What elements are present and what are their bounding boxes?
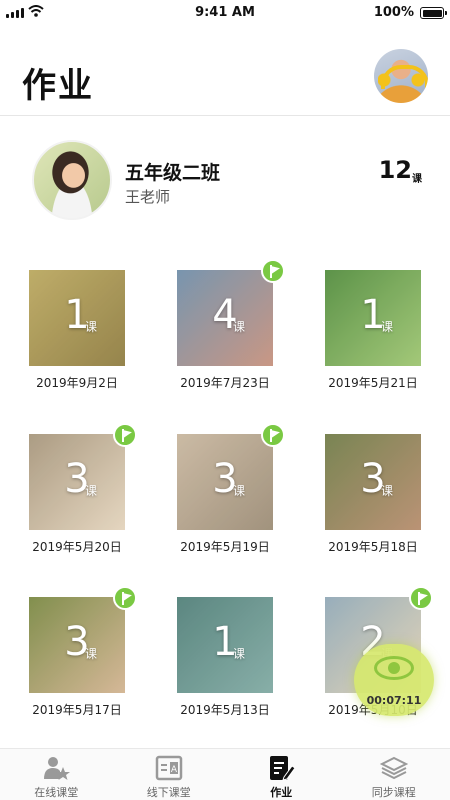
lesson-number: 1 — [64, 292, 90, 338]
tab-online-class[interactable]: 在线课堂 — [0, 749, 113, 800]
lesson-number: 3 — [64, 619, 90, 665]
homework-card[interactable]: 1 课 2019年5月13日 — [177, 597, 273, 717]
lesson-unit-label: 课 — [233, 647, 246, 661]
lesson-number: 4 — [212, 292, 238, 338]
eye-icon — [374, 656, 414, 680]
sync-course-icon — [379, 755, 408, 781]
lesson-unit: 课 — [412, 174, 422, 185]
homework-card[interactable]: 1 课 2019年5月21日 — [325, 270, 421, 390]
homework-card[interactable]: 4 课 2019年7月23日 — [177, 259, 285, 390]
status-bar: 9:41 AM 100% — [0, 0, 450, 26]
tab-label: 在线课堂 — [34, 786, 79, 799]
lesson-unit-label: 课 — [85, 320, 98, 334]
tab-homework[interactable]: 作业 — [225, 749, 338, 800]
flag-icon — [409, 586, 433, 610]
student-avatar[interactable] — [374, 49, 428, 103]
homework-date: 2019年7月23日 — [180, 376, 270, 390]
homework-thumbnail: 3课 — [29, 597, 125, 693]
homework-thumbnail: 3课 — [325, 434, 421, 530]
battery-percent: 100% — [373, 5, 414, 20]
homework-thumbnail: 3课 — [177, 434, 273, 530]
flag-icon — [113, 586, 137, 610]
lesson-number: 1 — [212, 619, 238, 665]
lesson-count: 12 — [378, 156, 412, 184]
tab-label: 作业 — [270, 786, 293, 799]
homework-thumbnail: 1课 — [325, 270, 421, 366]
flag-icon — [113, 423, 137, 447]
tab-label: 线下课堂 — [146, 786, 191, 799]
homework-card[interactable]: 3 课 2019年5月20日 — [29, 423, 137, 554]
homework-thumbnail: 1课 — [177, 597, 273, 693]
teacher-name: 王老师 — [125, 188, 171, 206]
flag-icon — [261, 259, 285, 283]
lesson-number: 3 — [64, 456, 90, 502]
tab-offline-class[interactable]: A 线下课堂 — [113, 749, 226, 800]
homework-date: 2019年9月2日 — [36, 376, 118, 390]
lesson-unit-label: 课 — [381, 484, 394, 498]
homework-date: 2019年5月19日 — [180, 540, 270, 554]
tab-label: 同步课程 — [371, 786, 416, 799]
homework-date: 2019年5月17日 — [32, 703, 122, 717]
flag-icon — [261, 423, 285, 447]
homework-thumbnail: 3课 — [29, 434, 125, 530]
class-info-card[interactable]: 五年级二班 王老师 12 课 — [0, 140, 450, 224]
tab-sync-course[interactable]: 同步课程 — [338, 749, 450, 800]
page-header: 作业 — [0, 26, 450, 116]
homework-card[interactable]: 3 课 2019年5月18日 — [325, 434, 421, 554]
lesson-number: 3 — [360, 456, 386, 502]
lesson-unit-label: 课 — [85, 647, 98, 661]
homework-card[interactable]: 1 课 2019年9月2日 — [29, 270, 125, 390]
svg-text:A: A — [171, 765, 178, 775]
homework-card[interactable]: 3 课 2019年5月19日 — [177, 423, 285, 554]
homework-date: 2019年5月13日 — [180, 703, 270, 717]
lesson-unit-label: 课 — [233, 320, 246, 334]
homework-date: 2019年5月21日 — [328, 376, 418, 390]
homework-card[interactable]: 3 课 2019年5月17日 — [29, 586, 137, 717]
homework-icon — [267, 755, 296, 781]
lesson-number: 1 — [360, 292, 386, 338]
online-class-icon — [42, 755, 71, 781]
study-timer[interactable]: 00:07:11 — [354, 644, 434, 716]
lesson-unit-label: 课 — [85, 484, 98, 498]
lesson-number: 3 — [212, 456, 238, 502]
timer-text: 00:07:11 — [366, 694, 422, 707]
offline-class-icon: A — [155, 755, 183, 781]
battery-icon — [420, 7, 447, 19]
homework-date: 2019年5月20日 — [32, 540, 122, 554]
class-name: 五年级二班 — [125, 162, 221, 184]
homework-date: 2019年5月18日 — [328, 540, 418, 554]
homework-thumbnail: 4课 — [177, 270, 273, 366]
lesson-unit-label: 课 — [381, 320, 394, 334]
tab-bar: 在线课堂 A 线下课堂 作业 同步课程 — [0, 748, 450, 800]
lesson-unit-label: 课 — [233, 484, 246, 498]
teacher-avatar — [32, 140, 112, 220]
homework-thumbnail: 1课 — [29, 270, 125, 366]
page-title: 作业 — [22, 66, 94, 106]
